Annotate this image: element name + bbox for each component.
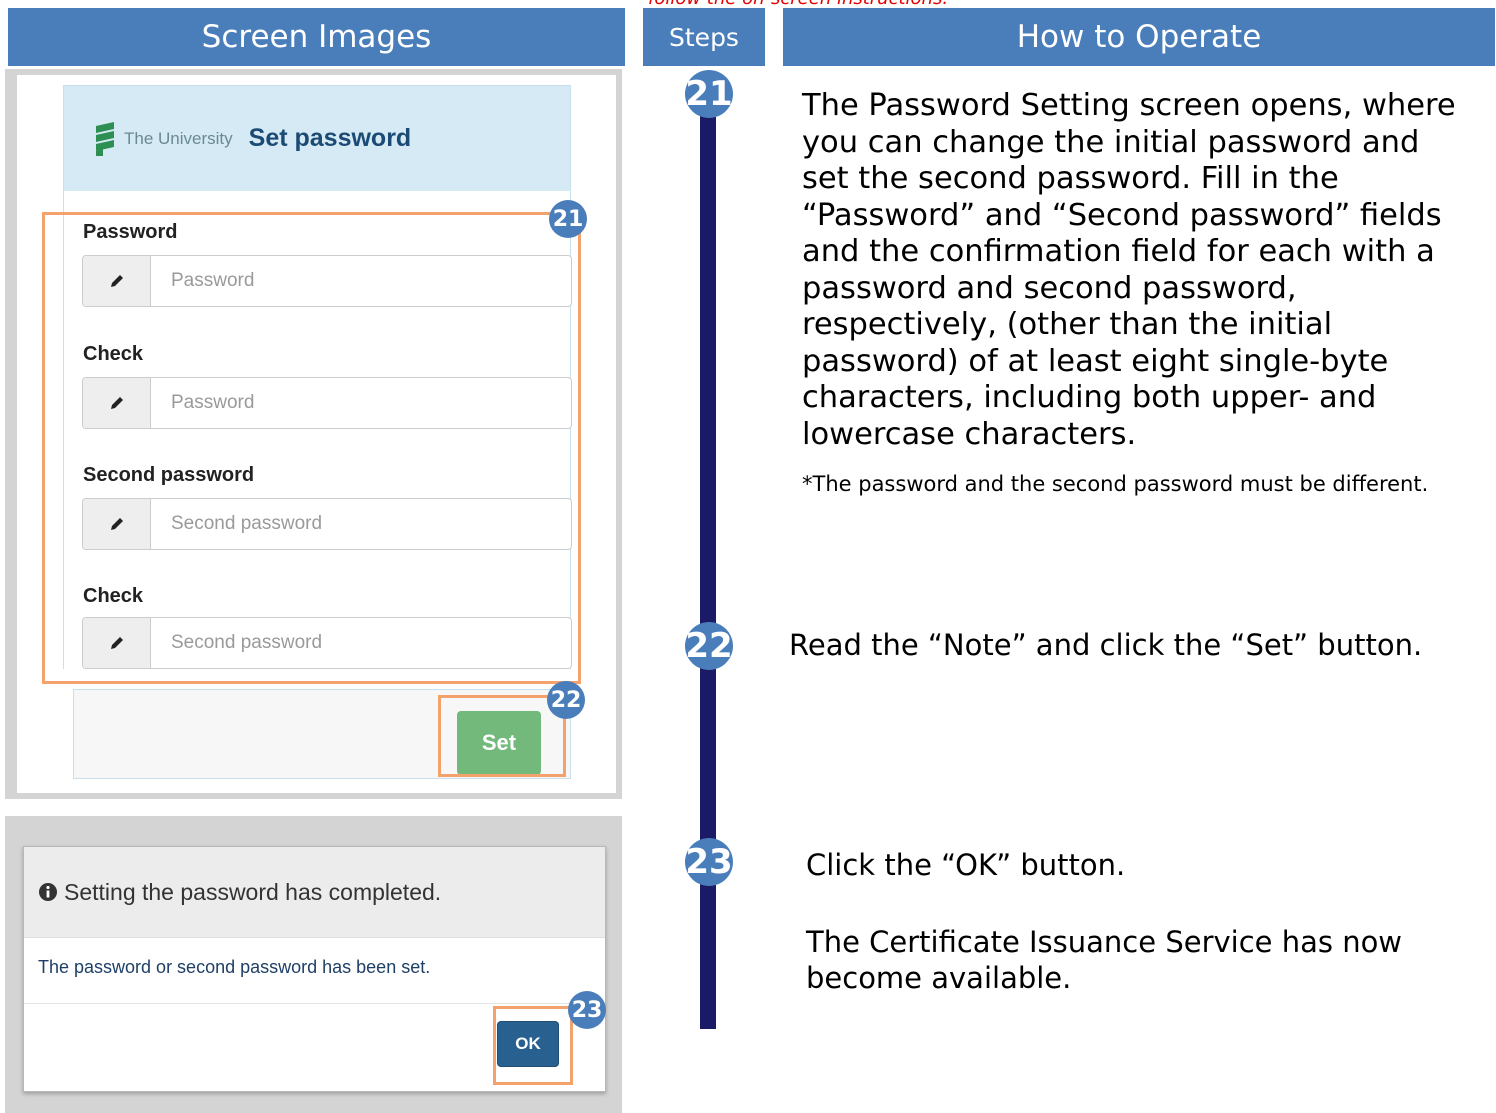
university-logo: The University <box>94 121 233 156</box>
header-how-to-operate: How to Operate <box>783 8 1495 66</box>
info-circle-icon <box>39 883 57 901</box>
step-badge-22-small: 22 <box>547 681 585 719</box>
step-badge-22: 22 <box>685 622 733 670</box>
header-steps: Steps <box>643 8 765 66</box>
steps-timeline <box>700 100 716 1029</box>
completion-screenshot: Setting the password has completed. The … <box>5 816 622 1113</box>
step-21-instruction: The Password Setting screen opens, where… <box>802 88 1456 452</box>
highlight-box-23 <box>493 1006 573 1085</box>
highlight-box-21 <box>42 212 581 684</box>
step-23-result: The Certificate Issuance Service has now… <box>806 925 1403 995</box>
dialog-header: Setting the password has completed. <box>24 847 605 938</box>
dialog-message: The password or second password has been… <box>38 957 431 977</box>
university-logo-icon <box>96 121 114 156</box>
dialog-divider <box>24 1003 605 1004</box>
step-23-instruction: Click the “OK” button. <box>806 848 1126 882</box>
modal-title: Set password <box>248 124 412 152</box>
modal-header: The University Set password <box>63 85 571 191</box>
header-screen-images: Screen Images <box>8 8 625 66</box>
logo-text: The University <box>124 128 233 148</box>
step-badge-21-small: 21 <box>549 200 587 238</box>
step-badge-23-small: 23 <box>568 991 606 1029</box>
step-badge-21: 21 <box>685 70 733 118</box>
dialog-title: Setting the password has completed. <box>64 878 442 905</box>
step-badge-23: 23 <box>685 838 733 886</box>
set-password-screenshot: The University Set password Password Che… <box>5 69 622 799</box>
step-21-note: *The password and the second password mu… <box>802 472 1429 496</box>
set-password-modal: The University Set password Password Che… <box>17 75 616 793</box>
highlight-box-22 <box>438 695 566 777</box>
step-22-instruction: Read the “Note” and click the “Set” butt… <box>789 628 1423 662</box>
